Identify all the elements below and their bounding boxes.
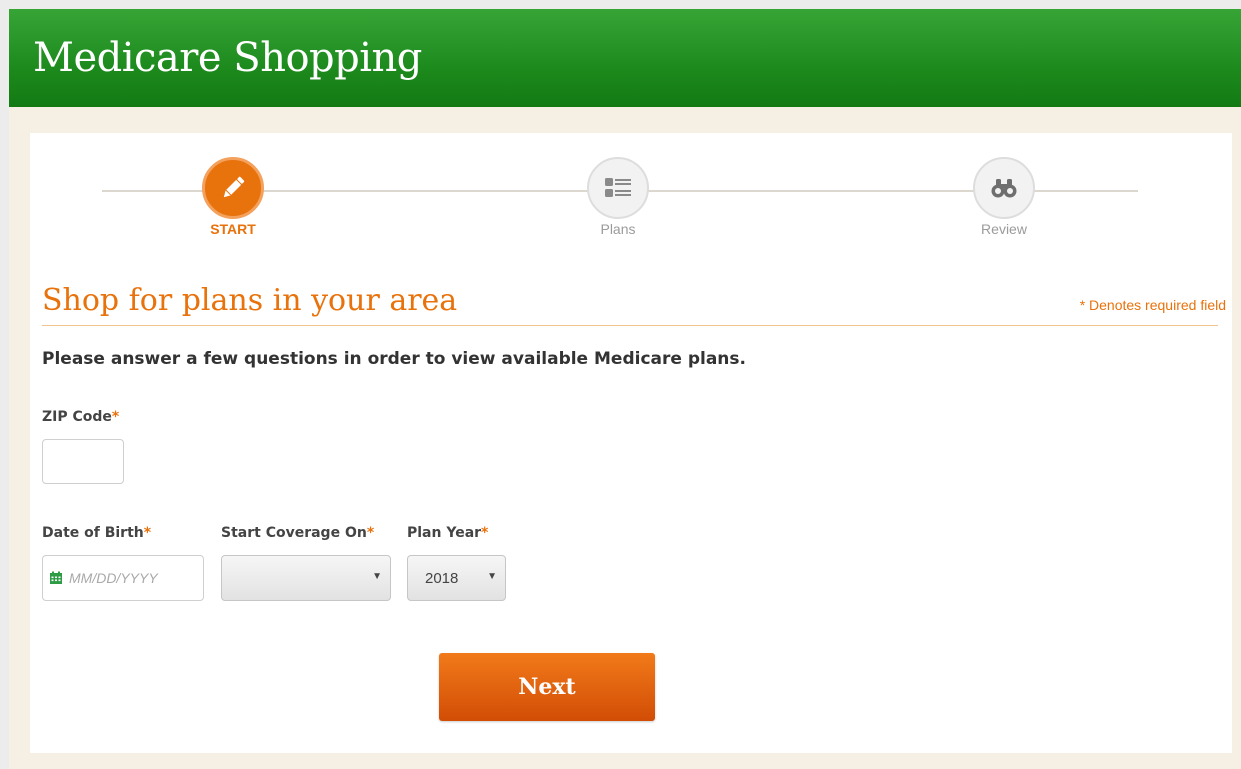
page-frame: Medicare Shopping START Plans Review Sho… (9, 9, 1241, 769)
step-plans[interactable]: Plans (558, 157, 678, 237)
form-intro: Please answer a few questions in order t… (42, 349, 746, 369)
chevron-down-icon: ▼ (372, 571, 382, 582)
step-label-start: START (210, 221, 256, 237)
header-bar: Medicare Shopping (9, 9, 1241, 107)
pencil-icon (202, 157, 264, 219)
date-placeholder: MM/DD/YYYY (69, 570, 158, 586)
step-label-plans: Plans (600, 221, 636, 237)
required-marker: * (366, 525, 375, 541)
coverage-label-text: Start Coverage On (221, 525, 367, 541)
required-marker: * (143, 525, 152, 541)
calendar-icon[interactable] (49, 571, 63, 585)
required-marker: * (111, 409, 120, 425)
binoculars-icon (973, 157, 1035, 219)
plan-year-label-text: Plan Year (407, 525, 482, 541)
title-divider (42, 325, 1218, 326)
zip-label: ZIP Code* (42, 409, 119, 425)
step-review[interactable]: Review (944, 157, 1064, 237)
plan-year-label: Plan Year* (407, 525, 488, 541)
plan-year-value: 2018 (425, 570, 459, 587)
dob-label-text: Date of Birth (42, 525, 144, 541)
chevron-down-icon: ▼ (487, 571, 497, 582)
next-button[interactable]: Next (439, 653, 655, 721)
dob-label: Date of Birth* (42, 525, 151, 541)
list-icon (587, 157, 649, 219)
form-panel: START Plans Review Shop for plans in you… (30, 133, 1232, 753)
start-coverage-select[interactable]: ▼ (221, 555, 391, 601)
required-note: * Denotes required field (1079, 297, 1226, 313)
date-of-birth-input[interactable]: MM/DD/YYYY (42, 555, 204, 601)
required-marker: * (481, 525, 489, 541)
step-label-review: Review (981, 221, 1027, 237)
zip-input[interactable] (42, 439, 124, 484)
form-title: Shop for plans in your area (42, 283, 458, 318)
zip-label-text: ZIP Code (42, 409, 112, 425)
step-start[interactable]: START (173, 157, 293, 237)
app-title: Medicare Shopping (33, 35, 422, 81)
coverage-label: Start Coverage On* (221, 525, 374, 541)
plan-year-select[interactable]: 2018 ▼ (407, 555, 506, 601)
